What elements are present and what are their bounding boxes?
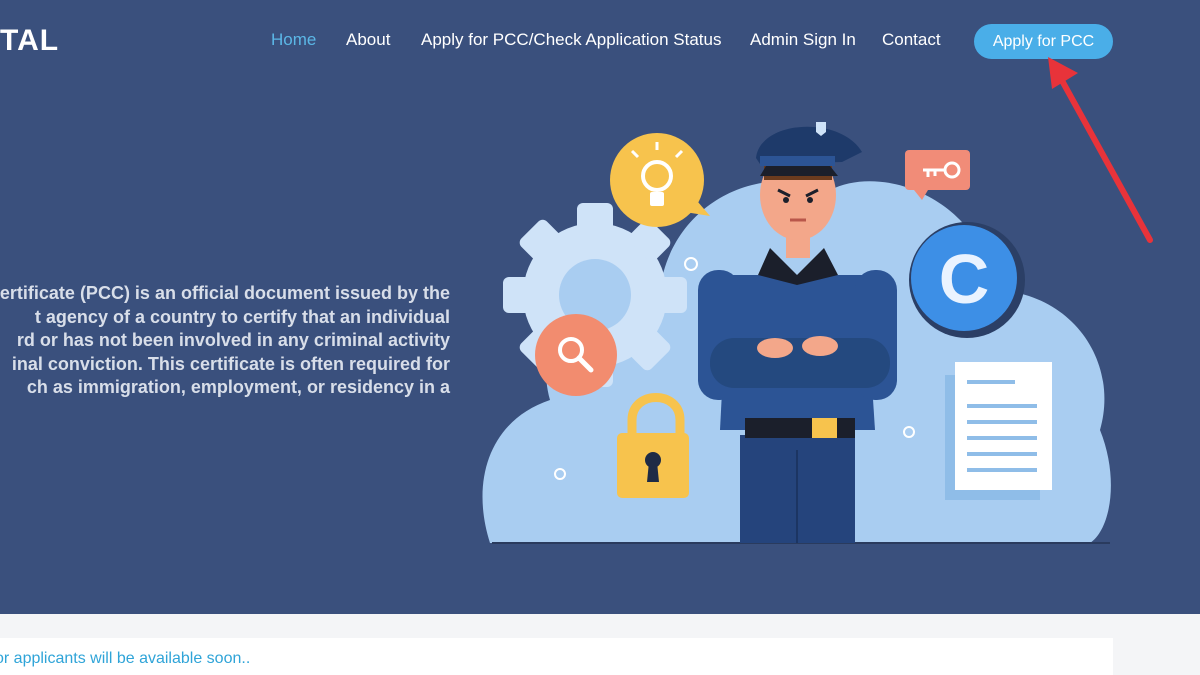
hero-line: inal conviction. This certificate is oft… [11, 353, 450, 374]
hero-line: t agency of a country to certify that an… [34, 306, 450, 327]
search-icon [535, 314, 617, 396]
hero-line: ch as immigration, employment, or reside… [26, 377, 450, 397]
police-illustration: C [482, 122, 1111, 544]
main-nav: Home About Apply for PCC/Check Applicati… [0, 0, 1200, 80]
copyright-badge-icon: C [909, 222, 1025, 338]
hero-section: TAL Home About Apply for PCC/Check Appli… [0, 0, 1200, 614]
nav-home[interactable]: Home [271, 30, 316, 50]
hero-line: rd or has not been involved in any crimi… [16, 330, 450, 350]
notice-text: or applicants will be available soon.. [0, 650, 251, 667]
badge-letter: C [939, 240, 990, 318]
hero-description: ertificate (PCC) is an official document… [0, 282, 450, 400]
nav-about[interactable]: About [346, 30, 390, 50]
nav-contact[interactable]: Contact [882, 30, 941, 50]
nav-apply-check-status[interactable]: Apply for PCC/Check Application Status [421, 30, 721, 50]
lightbulb-icon [610, 133, 710, 227]
document-icon [945, 362, 1052, 500]
apply-for-pcc-button[interactable]: Apply for PCC [974, 24, 1113, 59]
nav-admin-sign-in[interactable]: Admin Sign In [750, 30, 856, 50]
hero-line: ertificate (PCC) is an official document… [0, 283, 450, 303]
red-arrow-icon [1048, 57, 1153, 243]
